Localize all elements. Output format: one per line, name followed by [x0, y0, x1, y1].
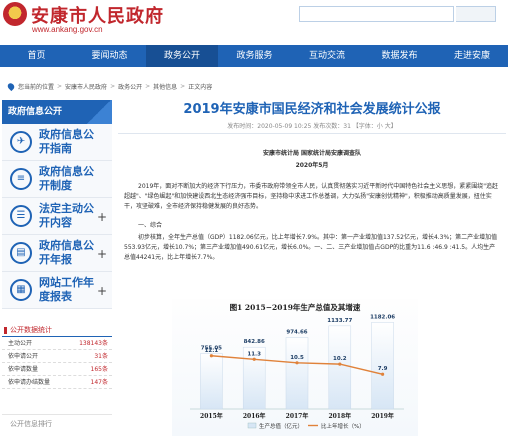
gdp-chart: 图1 2015−2019年生产总值及其增速 755.05 2015年 842.86 20… [172, 299, 418, 436]
site-url: www.ankang.gov.cn [32, 25, 103, 34]
bar-value-label: 842.86 [244, 339, 265, 345]
location-pin-icon [6, 81, 16, 91]
expand-plus-icon[interactable]: + [97, 210, 107, 224]
page: { "header": { "site_title": "安康市人民政府", "… [0, 0, 508, 438]
sidebar-item-web-report[interactable]: ▦ 网站工作年度报表 + [2, 272, 112, 309]
growth-value-label: 12.1 [205, 348, 219, 354]
breadcrumb-other-info[interactable]: 其他信息 [153, 82, 177, 91]
gdp-chart-svg: 图1 2015−2019年生产总值及其增速755.052015年842.8620… [190, 302, 404, 430]
legend-bar-label: 生产总值（亿元） [259, 422, 303, 430]
bar [200, 353, 223, 410]
stats-label: 主动公开 [8, 340, 33, 347]
sidebar-item-label: 政府信息公开指南 [39, 128, 94, 155]
report-icon: ▤ [10, 242, 32, 264]
stats-row: 依申请数量 165条 [2, 363, 112, 376]
chart-title: 图1 2015−2019年生产总值及其增速 [230, 302, 361, 312]
sidebar-item-annual-report[interactable]: ▤ 政府信息公开年报 + [2, 235, 112, 272]
bar-value-label: 1182.06 [370, 314, 395, 320]
sidebar: 政府信息公开 ✈ 政府信息公开指南 ≡ 政府信息公开制度 ☰ 法定主动公开内容 … [2, 100, 112, 309]
nav-item-gov-affairs[interactable]: 政务公开 [146, 45, 218, 67]
nav-item-news[interactable]: 要闻动态 [73, 45, 146, 67]
x-tick-label: 2018年 [328, 412, 351, 420]
article-paragraph: 初步核算，全年生产总值（GDP）1182.06亿元，比上年增长7.9%。其中：第… [124, 234, 498, 261]
sidebar-item-label: 政府信息公开制度 [39, 165, 94, 192]
article-body: 初步核算，全年生产总值（GDP）1182.06亿元，比上年增长7.9%。其中：第… [118, 233, 506, 263]
expand-plus-icon[interactable]: + [97, 284, 107, 298]
article-title: 2019年安康市国民经济和社会发展统计公报 [183, 102, 441, 117]
breadcrumb-separator: > [180, 82, 186, 90]
sidebar-item-rules[interactable]: ≡ 政府信息公开制度 [2, 161, 112, 198]
growth-value-label: 11.3 [247, 351, 261, 357]
growth-point [381, 372, 385, 376]
sidebar-item-guide[interactable]: ✈ 政府信息公开指南 [2, 124, 112, 161]
article-body: 2019年，面对不断加大的经济下行压力，市委市政府带领全市人民，认真贯彻落实习近… [118, 182, 506, 212]
stats-row: 主动公开 138143条 [2, 337, 112, 350]
x-tick-label: 2015年 [200, 412, 223, 420]
article-meta: 发布时间：2020-05-09 10:25 发布次数：31 【字体：小 大】 [118, 120, 506, 134]
breadcrumb: 您当前的位置 > 安康市人民政府 > 政务公开 > 其他信息 > 正文内容 [6, 80, 504, 92]
breadcrumb-home[interactable]: 安康市人民政府 [65, 82, 107, 91]
breadcrumb-separator: > [57, 82, 63, 90]
stats-panel: 公开数据统计 主动公开 138143条 依申请公开 31条 依申请数量 165条… [2, 325, 112, 389]
legend-line-label: 比上年增长（%） [321, 422, 365, 430]
growth-point [295, 361, 299, 365]
stats-label: 依申请办结数量 [8, 379, 51, 386]
x-tick-label: 2016年 [243, 412, 266, 420]
nav-item-interaction[interactable]: 互动交流 [291, 45, 363, 67]
document-icon: ≡ [10, 168, 32, 190]
nav-item-services[interactable]: 政务服务 [218, 45, 291, 67]
bar [285, 337, 309, 410]
legend-bar-swatch [247, 422, 257, 429]
article: 2019年安康市国民经济和社会发展统计公报 发布时间：2020-05-09 10… [118, 100, 506, 263]
bar-value-label: 974.66 [286, 330, 307, 336]
stats-label: 依申请数量 [8, 366, 39, 373]
bar-value-label: 1133.77 [327, 318, 352, 324]
stats-value: 165条 [90, 366, 108, 373]
breadcrumb-label: 您当前的位置 [18, 83, 55, 91]
compass-icon: ✈ [10, 131, 32, 153]
sidebar-item-label: 政府信息公开年报 [39, 239, 94, 266]
section-heading: 一、综合 [138, 222, 163, 229]
expand-plus-icon[interactable]: + [97, 247, 107, 261]
article-paragraph: 2019年，面对不断加大的经济下行压力，市委市政府带领全市人民，认真贯彻落实习近… [124, 183, 499, 210]
stats-value: 147条 [90, 379, 108, 386]
list-icon: ☰ [10, 205, 32, 227]
nav-item-about[interactable]: 走进安康 [436, 45, 508, 67]
article-author: 安康市统计局 国家统计局安康调查队 [262, 150, 362, 157]
growth-value-label: 7.9 [378, 366, 388, 372]
sidebar-item-label: 网站工作年度报表 [39, 276, 94, 303]
table-icon: ▦ [10, 279, 32, 301]
article-date: 2020年5月 [295, 162, 329, 169]
growth-value-label: 10.5 [290, 355, 304, 361]
breadcrumb-separator: > [110, 82, 116, 90]
nav-item-data[interactable]: 数据发布 [363, 45, 436, 67]
search-input[interactable] [299, 6, 454, 22]
site-header: 安康市人民政府 www.ankang.gov.cn [0, 0, 508, 42]
sidebar-item-label: 法定主动公开内容 [39, 202, 94, 229]
growth-point [338, 362, 342, 366]
x-tick-label: 2019年 [371, 412, 394, 420]
bar [328, 325, 352, 410]
growth-point [252, 357, 256, 361]
ranking-link[interactable]: 公开信息排行 [2, 414, 112, 429]
main-nav: 首页 要闻动态 政务公开 政务服务 互动交流 数据发布 走进安康 [0, 45, 508, 67]
stats-label: 依申请公开 [8, 353, 39, 360]
stats-row: 依申请办结数量 147条 [2, 376, 112, 389]
stats-row: 依申请公开 31条 [2, 350, 112, 363]
nav-item-home[interactable]: 首页 [0, 45, 73, 67]
stats-value: 138143条 [79, 340, 108, 347]
breadcrumb-separator: > [145, 82, 151, 90]
national-emblem-icon [3, 2, 27, 26]
sidebar-heading: 政府信息公开 [2, 100, 112, 124]
breadcrumb-gov-affairs[interactable]: 政务公开 [118, 82, 142, 91]
sidebar-item-statutory[interactable]: ☰ 法定主动公开内容 + [2, 198, 112, 235]
search-button[interactable] [456, 6, 496, 22]
growth-value-label: 10.2 [333, 356, 347, 362]
stats-heading: 公开数据统计 [2, 325, 112, 337]
x-tick-label: 2017年 [286, 412, 309, 420]
growth-point [209, 354, 213, 358]
breadcrumb-current: 正文内容 [188, 83, 213, 91]
stats-value: 31条 [94, 353, 108, 360]
